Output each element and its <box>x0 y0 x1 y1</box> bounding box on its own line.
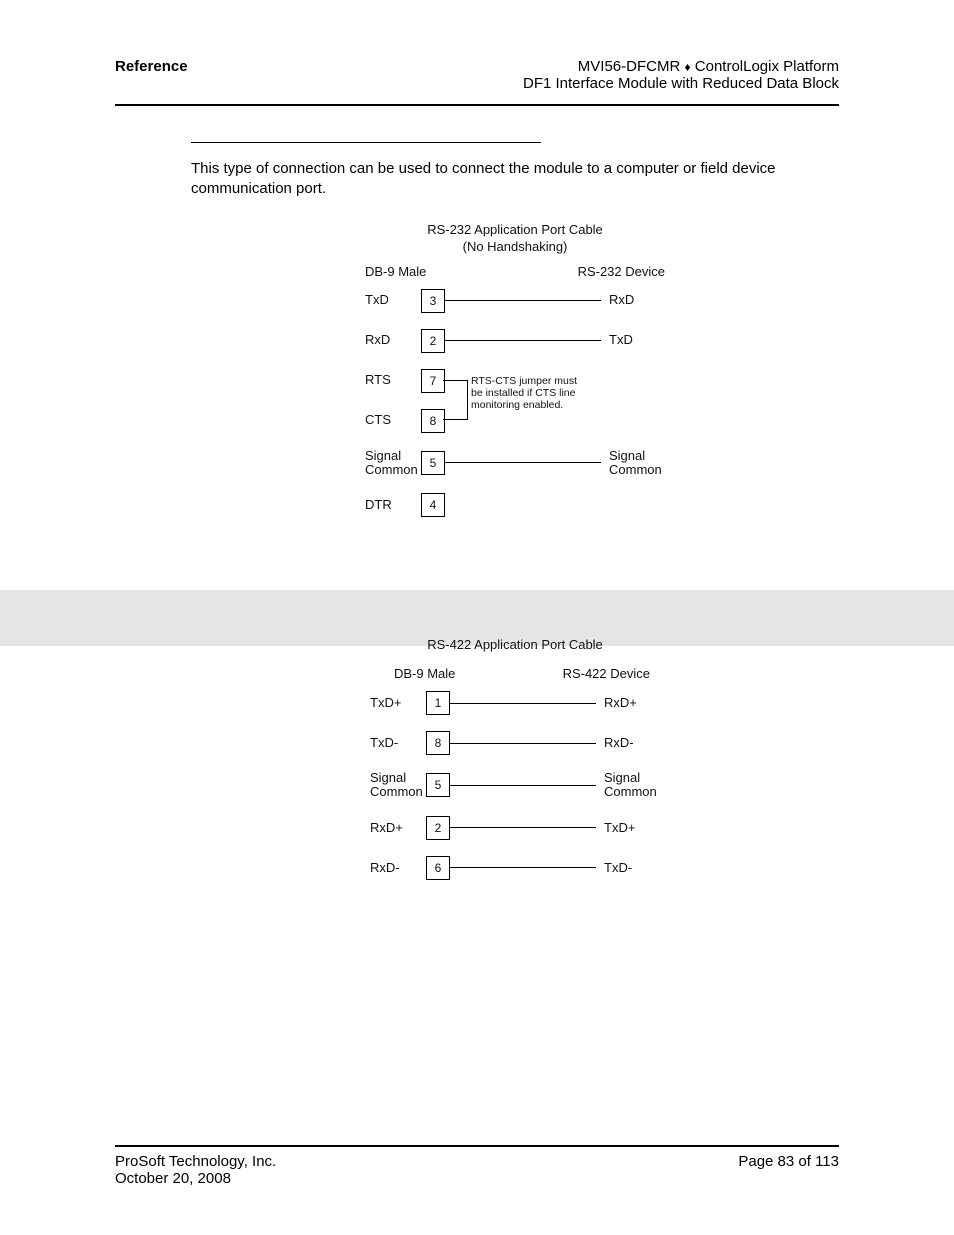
footer-left: ProSoft Technology, Inc. October 20, 200… <box>115 1153 276 1187</box>
divider <box>191 142 541 143</box>
pin-box: 2 <box>421 329 445 353</box>
pin-left: Signal Common <box>365 449 421 478</box>
diamond-icon: ♦ <box>684 60 690 74</box>
wire <box>450 743 596 744</box>
pin-row: RxD- 6 TxD- <box>370 856 660 880</box>
pin-left-b: Common <box>370 784 423 799</box>
diag1-subtitle: (No Handshaking) <box>365 239 665 254</box>
diag2-col-right: RS-422 Device <box>563 666 650 681</box>
wire <box>450 827 596 828</box>
diag2-title: RS-422 Application Port Cable <box>370 637 660 652</box>
pin-left-a: Signal <box>370 770 406 785</box>
pin-left: Signal Common <box>370 771 426 800</box>
pin-box: 3 <box>421 289 445 313</box>
header-right-line2: DF1 Interface Module with Reduced Data B… <box>523 75 839 92</box>
header-right: MVI56-DFCMR ♦ ControlLogix Platform DF1 … <box>523 58 839 92</box>
diag1-col-left: DB-9 Male <box>365 264 426 279</box>
header-right-a: MVI56-DFCMR <box>578 58 681 75</box>
pin-left: RxD+ <box>370 821 426 835</box>
footer-page: Page 83 of 113 <box>738 1153 839 1187</box>
header-left: Reference <box>115 58 188 75</box>
footer-date: October 20, 2008 <box>115 1170 276 1187</box>
wire <box>445 300 601 301</box>
wire <box>450 785 596 786</box>
body-paragraph: This type of connection can be used to c… <box>191 159 839 200</box>
diag1-title: RS-232 Application Port Cable <box>365 222 665 237</box>
pin-right-b: Common <box>604 784 657 799</box>
pin-row: Signal Common 5 Signal Common <box>365 449 665 478</box>
page-footer: ProSoft Technology, Inc. October 20, 200… <box>115 1145 839 1187</box>
pin-row: DTR 4 <box>365 493 665 517</box>
footer-company: ProSoft Technology, Inc. <box>115 1153 276 1170</box>
pin-box: 6 <box>426 856 450 880</box>
pin-row: RTS 7 <box>365 369 665 393</box>
diag2-col-left: DB-9 Male <box>394 666 455 681</box>
diagram-2-wrap: RS-422 Application Port Cable DB-9 Male … <box>191 637 839 880</box>
pin-box: 5 <box>421 451 445 475</box>
pin-left-a: Signal <box>365 448 401 463</box>
page: Reference MVI56-DFCMR ♦ ControlLogix Pla… <box>0 0 954 1235</box>
pin-left: TxD+ <box>370 696 426 710</box>
rts-cts-block: RTS-CTS jumper must be installed if CTS … <box>365 369 665 433</box>
pin-row: RxD+ 2 TxD+ <box>370 816 660 840</box>
pin-box: 5 <box>426 773 450 797</box>
pin-right: TxD- <box>600 861 660 875</box>
pin-box: 8 <box>421 409 445 433</box>
pin-box: 1 <box>426 691 450 715</box>
pin-row: TxD+ 1 RxD+ <box>370 691 660 715</box>
wire <box>450 703 596 704</box>
page-header: Reference MVI56-DFCMR ♦ ControlLogix Pla… <box>115 58 839 106</box>
pin-right-a: Signal <box>604 770 640 785</box>
pin-right: RxD- <box>600 736 660 750</box>
wire <box>445 340 601 341</box>
pin-row: TxD- 8 RxD- <box>370 731 660 755</box>
pin-left: TxD <box>365 293 421 307</box>
pin-right-a: Signal <box>609 448 645 463</box>
pin-box: 2 <box>426 816 450 840</box>
wire <box>445 462 601 463</box>
diagram-rs422: RS-422 Application Port Cable DB-9 Male … <box>370 637 660 880</box>
pin-right: TxD+ <box>600 821 660 835</box>
pin-right: Signal Common <box>600 771 660 800</box>
wire <box>450 867 596 868</box>
pin-left-b: Common <box>365 462 418 477</box>
pin-box: 8 <box>426 731 450 755</box>
pin-right: RxD+ <box>600 696 660 710</box>
pin-row: RxD 2 TxD <box>365 329 665 353</box>
pin-row: CTS 8 <box>365 409 665 433</box>
pin-left: CTS <box>365 413 421 427</box>
pin-right: Signal Common <box>605 449 665 478</box>
diagram-rs232: RS-232 Application Port Cable (No Handsh… <box>365 222 665 518</box>
pin-left: RxD <box>365 333 421 347</box>
content: This type of connection can be used to c… <box>115 106 839 880</box>
diag1-headers: DB-9 Male RS-232 Device <box>365 264 665 279</box>
pin-right: RxD <box>605 293 665 307</box>
pin-right-b: Common <box>609 462 662 477</box>
diag2-headers: DB-9 Male RS-422 Device <box>370 666 660 681</box>
pin-left: DTR <box>365 498 421 512</box>
pin-left: RTS <box>365 373 421 387</box>
pin-right: TxD <box>605 333 665 347</box>
pin-box: 4 <box>421 493 445 517</box>
pin-row: TxD 3 RxD <box>365 289 665 313</box>
pin-box: 7 <box>421 369 445 393</box>
pin-left: TxD- <box>370 736 426 750</box>
diagram-1-wrap: RS-232 Application Port Cable (No Handsh… <box>191 222 839 518</box>
header-right-b: ControlLogix Platform <box>695 58 839 75</box>
diag1-col-right: RS-232 Device <box>578 264 665 279</box>
pin-left: RxD- <box>370 861 426 875</box>
pin-row: Signal Common 5 Signal Common <box>370 771 660 800</box>
